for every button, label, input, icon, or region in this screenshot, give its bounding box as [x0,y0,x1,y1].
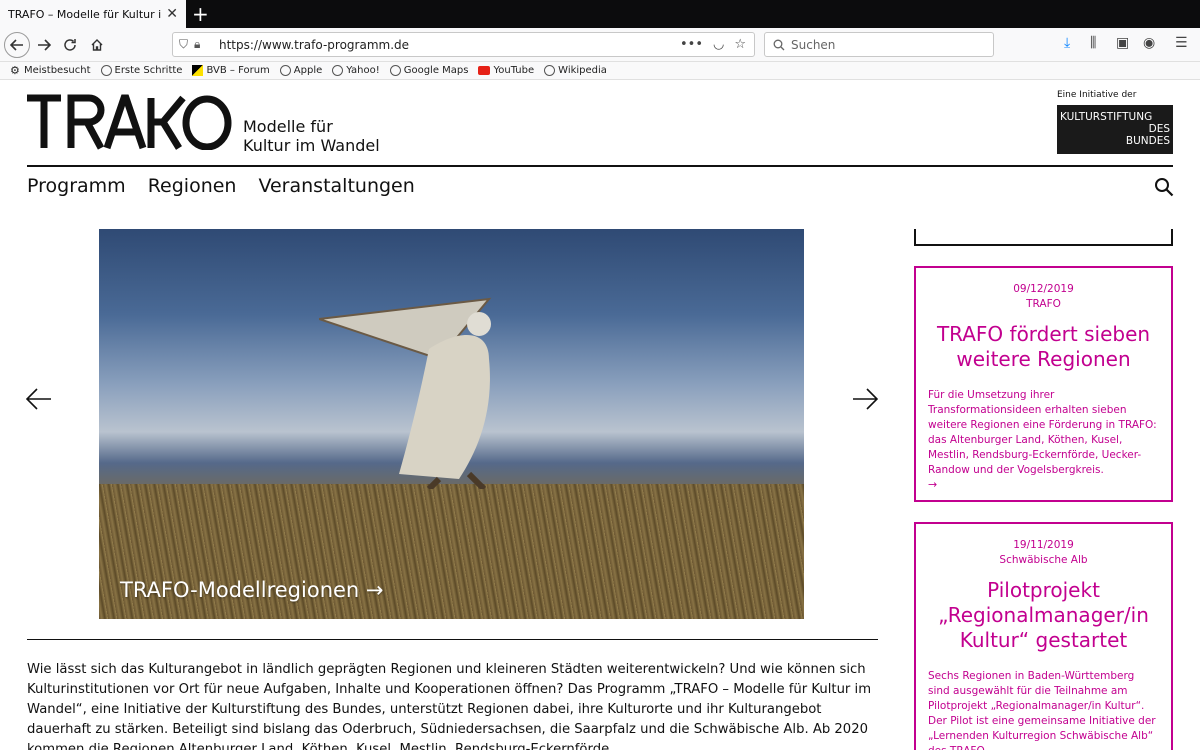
news-card[interactable]: 19/11/2019 Schwäbische Alb Pilotprojekt … [914,522,1173,750]
news-date: 19/11/2019 [1013,539,1074,551]
nav-item-programm[interactable]: Programm [27,175,126,197]
header-divider [27,165,1173,167]
bookmark-erste-schritte[interactable]: Erste Schritte [100,65,182,76]
globe-icon [544,65,556,76]
arrow-right-icon [38,39,51,51]
search-icon [773,39,785,50]
lock-icon[interactable]: 🔒︎ [194,37,200,52]
sidebar-icon[interactable]: ▣ [1116,35,1129,51]
library-icon[interactable]: ⫼ [1090,35,1096,51]
search-icon[interactable] [1154,177,1174,197]
bookmarks-toolbar: ⚙ Meistbesucht Erste Schritte BVB – Forum… [0,62,1200,80]
search-bar[interactable]: Suchen [764,32,994,57]
bookmark-yahoo[interactable]: Yahoo! [332,65,380,76]
url-text[interactable]: https://www.trafo-programm.de [219,38,680,52]
shield-icon[interactable]: ⛉ [179,37,188,52]
bvb-icon [192,65,204,76]
hero-caption-link[interactable]: TRAFO-Modellregionen → [120,578,384,602]
bookmark-meistbesucht[interactable]: ⚙ Meistbesucht [10,65,91,76]
bookmark-apple[interactable]: Apple [279,65,322,76]
tab-title: TRAFO – Modelle für Kultur im Wandel [8,7,162,21]
bookmark-google-maps[interactable]: Google Maps [389,65,468,76]
gear-icon: ⚙ [10,64,20,77]
reload-button[interactable] [58,33,82,57]
close-tab-icon[interactable]: ✕ [166,6,178,22]
carousel-next-arrow-icon[interactable] [852,388,878,410]
hero-slide[interactable]: TRAFO-Modellregionen → [99,229,804,619]
trafo-logo[interactable] [27,94,232,161]
read-more-arrow-icon[interactable]: → [928,478,1159,491]
nav-item-regionen[interactable]: Regionen [148,175,237,197]
browser-tab-active[interactable]: TRAFO – Modelle für Kultur im Wandel ✕ [0,0,186,28]
bookmark-youtube[interactable]: YouTube [478,65,534,76]
bookmark-bvb-forum[interactable]: BVB – Forum [192,65,270,76]
globe-icon [100,65,112,76]
new-tab-button[interactable]: + [192,2,209,26]
news-body: Sechs Regionen in Baden-Württemberg sind… [928,670,1156,750]
browser-tabbar: TRAFO – Modelle für Kultur im Wandel ✕ + [0,0,1200,28]
star-icon[interactable]: ☆ [734,37,746,52]
sidebar-previous-card-edge [914,229,1173,246]
trafo-logo-graphic [27,94,232,151]
home-button[interactable] [85,33,109,57]
main-nav: Programm Regionen Veranstaltungen [27,175,415,197]
carousel-prev-arrow-icon[interactable] [26,388,52,410]
initiative-label: Eine Initiative der [1057,90,1137,100]
pocket-icon[interactable]: ◡ [713,37,724,52]
arrow-left-icon [10,39,23,51]
globe-icon [332,65,344,76]
news-category: Schwäbische Alb [999,554,1088,566]
news-title[interactable]: Pilotprojekt „Regionalmanager/in Kultur“… [928,578,1159,653]
news-title[interactable]: TRAFO fördert sieben weitere Regionen [928,322,1159,372]
news-category: TRAFO [1026,298,1061,310]
site-tagline: Modelle für Kultur im Wandel [243,117,380,155]
menu-icon[interactable]: ☰ [1175,35,1188,51]
intro-paragraph: Wie lässt sich das Kulturangebot in länd… [27,662,872,750]
kulturstiftung-logo[interactable]: KULTURSTIFTUNG DES BUNDES [1057,105,1173,154]
hero-figure-image [319,297,492,489]
page-actions-button[interactable]: ••• [680,37,703,52]
globe-icon [389,65,401,76]
url-bar[interactable]: ⛉ 🔒︎ https://www.trafo-programm.de ••• ◡… [172,32,755,57]
search-placeholder: Suchen [791,37,836,52]
reload-icon [64,39,76,51]
youtube-icon [478,66,491,75]
page-content: Modelle für Kultur im Wandel Eine Initia… [0,80,1200,750]
account-icon[interactable]: ◉ [1143,35,1155,51]
browser-navbar: ⛉ 🔒︎ https://www.trafo-programm.de ••• ◡… [0,28,1200,62]
content-divider [27,639,878,640]
nav-item-veranstaltungen[interactable]: Veranstaltungen [258,175,414,197]
download-icon[interactable]: ⤓ [1064,35,1070,51]
bookmark-wikipedia[interactable]: Wikipedia [544,65,607,76]
home-icon [91,39,103,51]
news-card[interactable]: 09/12/2019 TRAFO TRAFO fördert sieben we… [914,266,1173,502]
globe-icon [279,65,291,76]
back-button[interactable] [4,32,30,58]
forward-button[interactable] [32,33,56,57]
news-body: Für die Umsetzung ihrer Transformationsi… [928,389,1157,476]
news-date: 09/12/2019 [1013,283,1074,295]
